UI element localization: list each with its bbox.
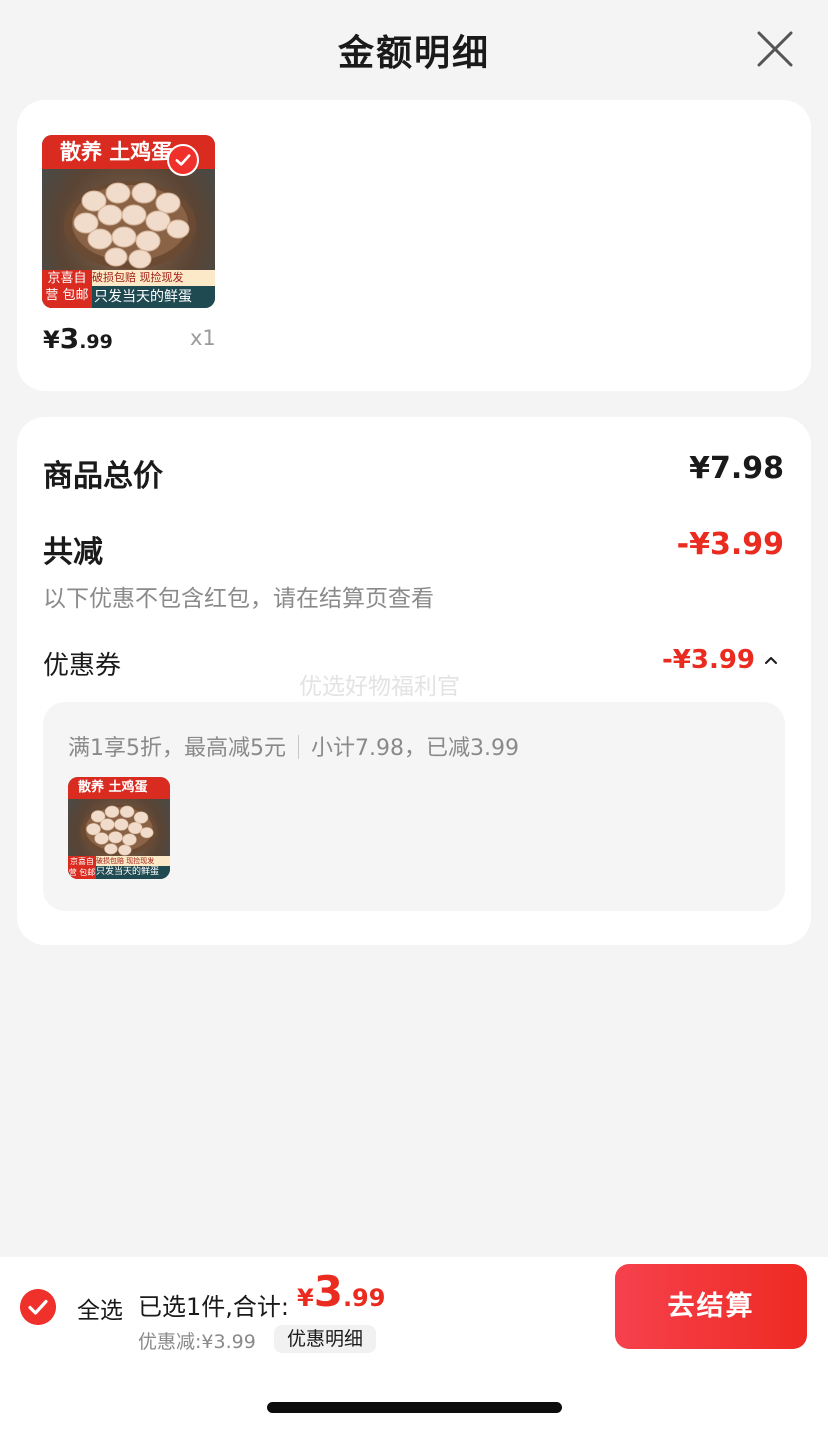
checkout-bar: 全选 已选1件,合计: ¥3.99 优惠减:¥3.99 优惠明细 去结算 <box>0 1257 828 1357</box>
home-indicator[interactable] <box>267 1402 562 1413</box>
product-quantity: x1 <box>190 326 216 350</box>
selected-count-text: 已选1件,合计: <box>138 1293 289 1321</box>
select-all-check-icon[interactable] <box>20 1289 56 1325</box>
home-indicator-area <box>0 1357 828 1430</box>
cart-total: ¥3.99 <box>297 1267 386 1316</box>
image-banner-text: 散养 土鸡蛋 <box>68 777 170 799</box>
discount-summary: 优惠减:¥3.99 <box>138 1331 256 1353</box>
discount-detail-button[interactable]: 优惠明细 <box>274 1325 377 1353</box>
select-all-label[interactable]: 全选 <box>77 1291 123 1325</box>
coupon-label: 优惠券 <box>43 651 122 681</box>
selected-check-icon[interactable] <box>167 144 199 176</box>
sheet-header: 金额明细 <box>0 0 828 96</box>
chevron-up-icon[interactable] <box>764 653 778 667</box>
image-corner-badge: 京喜自营 包邮 <box>42 270 92 308</box>
summary-card: 商品总价 ¥7.98 共减 -¥3.99 以下优惠不包含红包，请在结算页查看 优… <box>17 417 811 945</box>
total-price-value: ¥7.98 <box>689 451 784 486</box>
eggs-illustration <box>64 181 196 269</box>
image-corner-badge: 京喜自营 包邮 <box>68 856 96 879</box>
watermark: 优选好物福利官 <box>299 674 460 700</box>
discount-hint: 以下优惠不包含红包，请在结算页查看 <box>43 586 434 612</box>
discount-label: 共减 <box>43 535 103 570</box>
close-icon[interactable] <box>756 30 794 68</box>
coupon-detail-panel: 满1享5折，最高减5元 小计7.98，已减3.99 散养 土鸡蛋 破损包赔 现捡现… <box>43 702 785 911</box>
product-price: ¥3.99 <box>43 322 113 355</box>
divider <box>298 735 299 759</box>
discount-value: -¥3.99 <box>676 527 784 562</box>
sheet-title: 金额明细 <box>337 33 490 74</box>
eggs-illustration <box>80 804 158 856</box>
coupon-rule: 满1享5折，最高减5元 小计7.98，已减3.99 <box>68 735 519 761</box>
coupon-product-image[interactable]: 散养 土鸡蛋 破损包赔 现捡现发 只发当天的鲜蛋 京喜自营 包邮 <box>68 777 170 879</box>
checkout-button[interactable]: 去结算 <box>615 1264 807 1349</box>
product-card: 散养 土鸡蛋 破损包赔 现捡现发 只发当天的鲜蛋 京喜自营 包邮 ¥3.99 x… <box>17 100 811 391</box>
coupon-value[interactable]: -¥3.99 <box>662 645 755 675</box>
total-price-label: 商品总价 <box>43 459 163 494</box>
